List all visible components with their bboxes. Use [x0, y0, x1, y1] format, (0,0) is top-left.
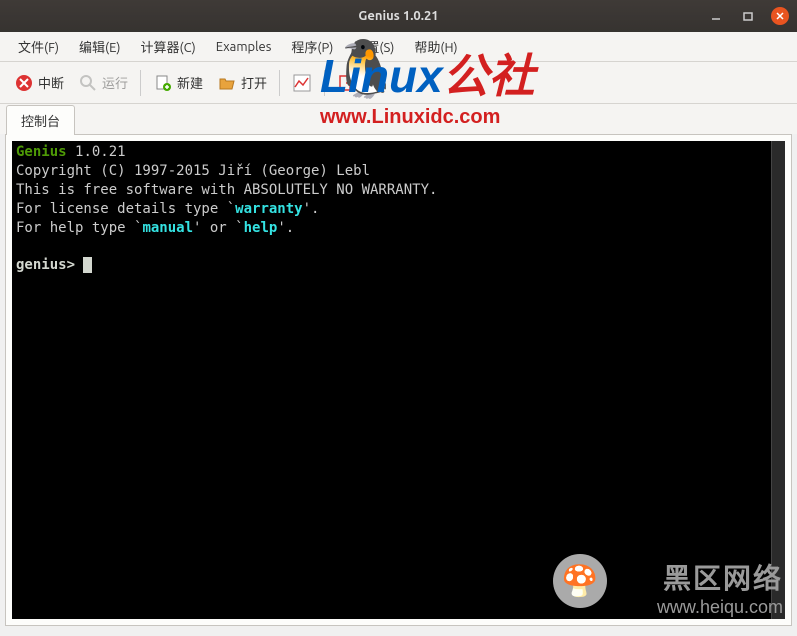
menu-calculator[interactable]: 计算器(C)	[133, 34, 204, 59]
plot-button[interactable]	[286, 69, 318, 97]
menubar: 文件(F) 编辑(E) 计算器(C) Examples 程序(P) 设置(S) …	[0, 32, 797, 62]
toolbar-separator	[140, 70, 141, 96]
terminal-license-pre: For license details type `	[16, 201, 235, 217]
interrupt-button[interactable]: 中断	[8, 69, 70, 97]
exit-label: 退出	[361, 73, 387, 92]
menu-edit[interactable]: 编辑(E)	[71, 34, 128, 59]
folder-open-icon	[217, 73, 237, 93]
window-title: Genius 1.0.21	[358, 9, 438, 23]
terminal[interactable]: Genius 1.0.21 Copyright (C) 1997-2015 Ji…	[12, 141, 771, 619]
close-button[interactable]	[771, 7, 789, 25]
terminal-prompt: genius>	[16, 257, 83, 273]
terminal-copyright: Copyright (C) 1997-2015 Jiří (George) Le…	[16, 163, 370, 179]
gear-run-icon	[78, 73, 98, 93]
maximize-button[interactable]	[739, 7, 757, 25]
titlebar: Genius 1.0.21	[0, 0, 797, 32]
open-label: 打开	[241, 73, 267, 92]
new-label: 新建	[177, 73, 203, 92]
terminal-version: 1.0.21	[75, 144, 126, 160]
toolbar-separator	[279, 70, 280, 96]
terminal-help-mid: ' or `	[193, 220, 244, 236]
new-button[interactable]: 新建	[147, 69, 209, 97]
menu-file[interactable]: 文件(F)	[10, 34, 67, 59]
terminal-manual-kw: manual	[142, 220, 193, 236]
tab-console[interactable]: 控制台	[6, 105, 75, 135]
tab-strip: 控制台	[0, 104, 797, 134]
menu-examples[interactable]: Examples	[208, 37, 280, 57]
minimize-button[interactable]	[707, 7, 725, 25]
run-button: 运行	[72, 69, 134, 97]
terminal-warranty-kw: warranty	[235, 201, 302, 217]
interrupt-label: 中断	[38, 73, 64, 92]
terminal-license-post: '.	[303, 201, 320, 217]
terminal-scrollbar[interactable]	[771, 141, 785, 619]
new-file-icon	[153, 73, 173, 93]
terminal-help-kw: help	[244, 220, 278, 236]
menu-help[interactable]: 帮助(H)	[406, 34, 465, 59]
toolbar-separator	[324, 70, 325, 96]
terminal-help-pre: For help type `	[16, 220, 142, 236]
run-label: 运行	[102, 73, 128, 92]
toolbar: 中断 运行 新建 打开 退出	[0, 62, 797, 104]
exit-icon	[337, 73, 357, 93]
terminal-container: Genius 1.0.21 Copyright (C) 1997-2015 Ji…	[5, 134, 792, 626]
menu-program[interactable]: 程序(P)	[283, 34, 341, 59]
terminal-warranty: This is free software with ABSOLUTELY NO…	[16, 182, 437, 198]
menu-settings[interactable]: 设置(S)	[345, 34, 402, 59]
terminal-cursor	[83, 257, 92, 273]
terminal-app-name: Genius	[16, 144, 67, 160]
terminal-help-post: '.	[277, 220, 294, 236]
exit-button[interactable]: 退出	[331, 69, 393, 97]
open-button[interactable]: 打开	[211, 69, 273, 97]
stop-icon	[14, 73, 34, 93]
plot-icon	[292, 73, 312, 93]
